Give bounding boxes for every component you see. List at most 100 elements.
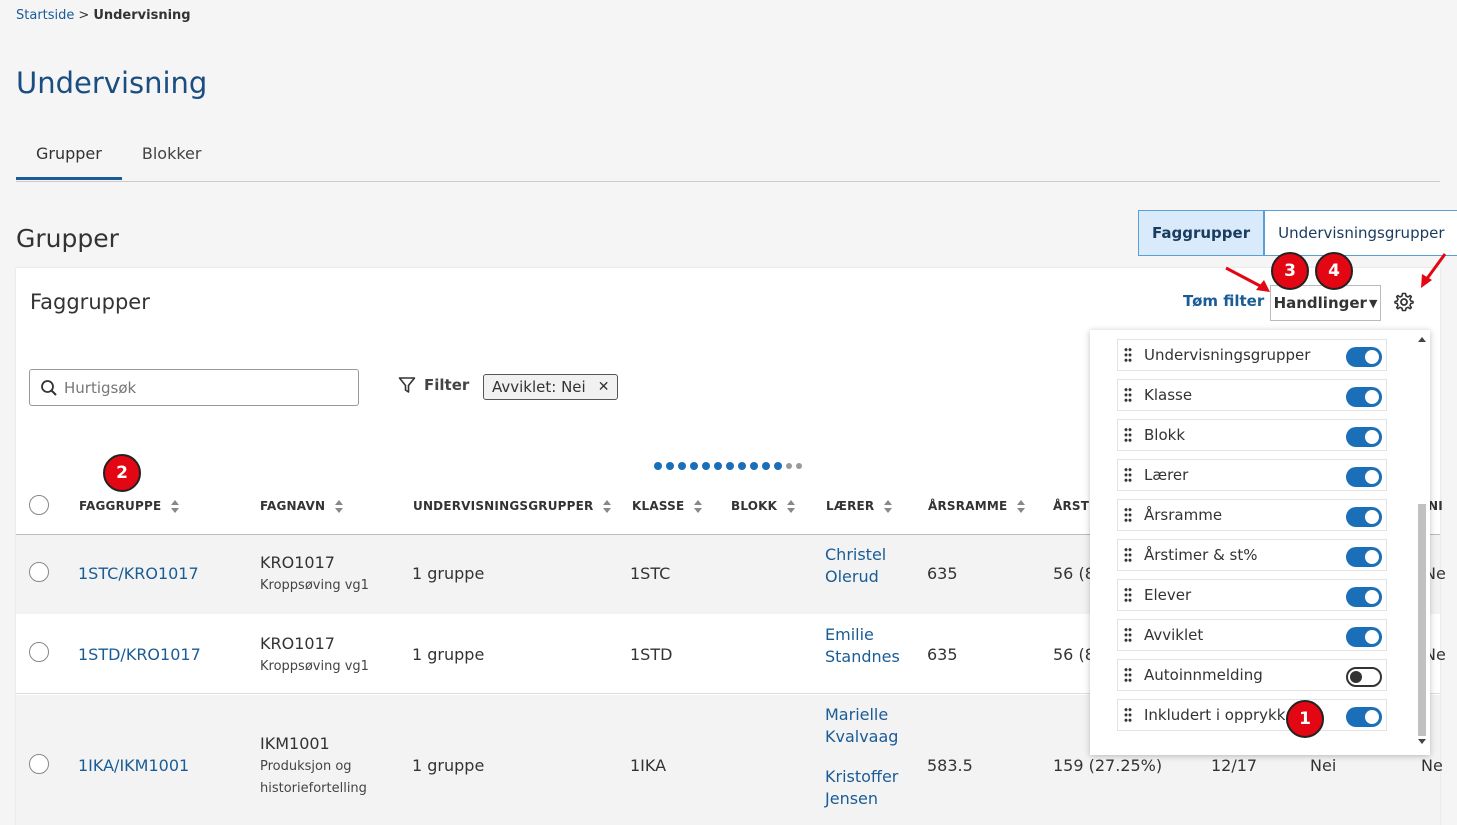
fagkode: KRO1017 — [260, 553, 335, 572]
laerer-link[interactable]: Olerud — [825, 567, 879, 586]
laerer-link[interactable]: Standnes — [825, 647, 900, 666]
panel-scrollbar[interactable] — [1416, 336, 1428, 746]
laerer-link[interactable]: Kvalvaag — [825, 727, 898, 746]
klasse-cell: 1STD — [630, 645, 673, 664]
drag-handle-icon[interactable] — [1124, 467, 1132, 483]
column-toggle[interactable] — [1346, 667, 1382, 687]
laerer-link[interactable]: Emilie — [825, 625, 874, 644]
laerer-link[interactable]: Marielle — [825, 705, 888, 724]
column-header-blokk[interactable]: BLOKK — [731, 499, 796, 513]
column-toggle[interactable] — [1346, 627, 1382, 647]
faggruppe-link[interactable]: 1IKA/IKM1001 — [78, 756, 189, 775]
column-option-inkludert-i-opprykk[interactable]: Inkludert i opprykk — [1117, 699, 1387, 731]
filter-chip: Avviklet: Nei ✕ — [483, 374, 619, 400]
column-option-elever[interactable]: Elever — [1117, 579, 1387, 611]
column-header-klasse[interactable]: KLASSE — [632, 499, 703, 513]
column-option-avviklet[interactable]: Avviklet — [1117, 619, 1387, 651]
drag-handle-icon[interactable] — [1124, 667, 1132, 683]
column-header-arsramme[interactable]: ÅRSRAMME — [928, 499, 1026, 513]
column-toggle[interactable] — [1346, 547, 1382, 567]
drag-handle-icon[interactable] — [1124, 547, 1132, 563]
column-header-laerer[interactable]: LÆRER — [826, 499, 893, 513]
column-option-label: Blokk — [1144, 426, 1186, 444]
elever-cell: 12/17 — [1211, 756, 1258, 775]
column-toggle[interactable] — [1346, 707, 1382, 727]
laerer-link[interactable]: Jensen — [825, 789, 878, 808]
column-option-blokk[interactable]: Blokk — [1117, 419, 1387, 451]
filter-icon — [398, 377, 416, 393]
faggrupper-toggle-button[interactable]: Faggrupper — [1138, 210, 1265, 256]
drag-handle-icon[interactable] — [1124, 427, 1132, 443]
drag-handle-icon[interactable] — [1124, 387, 1132, 403]
column-option-label: Avviklet — [1144, 626, 1204, 644]
column-option-arsramme[interactable]: Årsramme — [1117, 499, 1387, 531]
arstimer-cell: 159 (27.25%) — [1053, 756, 1163, 775]
tab-bar: Grupper Blokker — [16, 132, 1440, 182]
annotation-arrow — [1225, 266, 1270, 292]
sort-icon — [1017, 499, 1026, 513]
laerer-link[interactable]: Christel — [825, 545, 886, 564]
column-option-label: Årstimer & st% — [1144, 546, 1258, 564]
column-header-arstimer[interactable]: ÅRSTI — [1053, 499, 1094, 513]
drag-handle-icon[interactable] — [1124, 707, 1132, 723]
column-option-label: Årsramme — [1144, 506, 1223, 524]
column-toggle[interactable] — [1346, 347, 1382, 367]
filter-button[interactable]: Filter — [398, 376, 469, 394]
column-option-klasse[interactable]: Klasse — [1117, 379, 1387, 411]
clear-filter-link[interactable]: Tøm filter — [1183, 292, 1264, 310]
row-checkbox[interactable] — [29, 754, 49, 774]
drag-handle-icon[interactable] — [1124, 347, 1132, 363]
card-title: Faggrupper — [30, 290, 150, 314]
row-checkbox[interactable] — [29, 562, 49, 582]
arsramme-cell: 635 — [927, 564, 958, 583]
annotation-badge-3: 3 — [1271, 252, 1309, 290]
undervisningsgrupper-cell: 1 gruppe — [412, 564, 485, 583]
faggruppe-link[interactable]: 1STD/KRO1017 — [78, 645, 201, 664]
column-toggle[interactable] — [1346, 507, 1382, 527]
column-header-undervisningsgrupper[interactable]: UNDERVISNINGSGRUPPER — [413, 499, 612, 513]
gear-icon[interactable] — [1392, 290, 1416, 314]
column-toggle[interactable] — [1346, 587, 1382, 607]
search-input[interactable] — [64, 378, 334, 397]
actions-dropdown-button[interactable]: Handlinger ▼ — [1270, 285, 1381, 321]
column-option-label: Inkludert i opprykk — [1144, 706, 1286, 724]
column-option-label: Lærer — [1144, 466, 1189, 484]
undervisningsgrupper-toggle-button[interactable]: Undervisningsgrupper — [1264, 210, 1457, 256]
annotation-badge-1: 1 — [1286, 700, 1324, 738]
column-header-faggruppe[interactable]: FAGGRUPPE — [79, 499, 180, 513]
fagkode: KRO1017 — [260, 634, 335, 653]
column-option-label: Undervisningsgrupper — [1144, 346, 1311, 364]
tab-blokker[interactable]: Blokker — [122, 132, 222, 180]
select-all-checkbox[interactable] — [29, 495, 49, 515]
column-option-autoinnmelding[interactable]: Autoinnmelding — [1117, 659, 1387, 691]
column-toggle[interactable] — [1346, 467, 1382, 487]
annotation-badge-2: 2 — [103, 454, 141, 492]
quick-search — [29, 369, 359, 406]
sort-icon — [335, 499, 344, 513]
row-checkbox[interactable] — [29, 642, 49, 662]
edge-cell: Ne — [1421, 756, 1443, 775]
sort-icon — [884, 499, 893, 513]
column-option-label: Elever — [1144, 586, 1192, 604]
filter-label: Filter — [424, 376, 470, 394]
close-icon[interactable]: ✕ — [598, 379, 610, 395]
annotation-arrow — [1421, 253, 1447, 288]
faggruppe-link[interactable]: 1STC/KRO1017 — [78, 564, 199, 583]
column-option-arstimer[interactable]: Årstimer & st% — [1117, 539, 1387, 571]
drag-handle-icon[interactable] — [1124, 507, 1132, 523]
klasse-cell: 1IKA — [630, 756, 667, 775]
breadcrumb-home-link[interactable]: Startside — [16, 8, 74, 23]
column-toggle[interactable] — [1346, 427, 1382, 447]
column-header-fagnavn[interactable]: FAGNAVN — [260, 499, 344, 513]
column-header-edge[interactable]: NI — [1428, 499, 1443, 513]
sort-icon — [603, 499, 612, 513]
fagnavn: Kroppsøving vg1 — [260, 659, 369, 674]
column-toggle[interactable] — [1346, 387, 1382, 407]
annotation-badge-4: 4 — [1315, 252, 1353, 290]
column-option-undervisningsgrupper[interactable]: Undervisningsgrupper — [1117, 339, 1387, 371]
column-option-laerer[interactable]: Lærer — [1117, 459, 1387, 491]
laerer-link[interactable]: Kristoffer — [825, 767, 898, 786]
drag-handle-icon[interactable] — [1124, 627, 1132, 643]
drag-handle-icon[interactable] — [1124, 587, 1132, 603]
tab-grupper[interactable]: Grupper — [16, 132, 122, 180]
